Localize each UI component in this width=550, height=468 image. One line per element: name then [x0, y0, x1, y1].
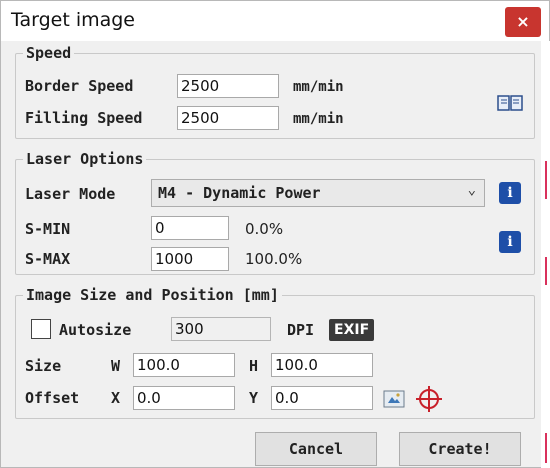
laser-mode-select[interactable]: M4 - Dynamic Power ⌄	[151, 179, 485, 207]
side-edge	[541, 41, 550, 468]
autosize-checkbox[interactable]	[31, 319, 51, 339]
create-button[interactable]: Create!	[399, 432, 521, 466]
border-speed-unit: mm/min	[293, 79, 344, 95]
laser-mode-label: Laser Mode	[25, 185, 116, 203]
s-min-percent: 0.0%	[245, 220, 284, 238]
width-input[interactable]: 100.0	[133, 353, 235, 377]
autosize-label: Autosize	[59, 321, 132, 339]
exif-button[interactable]: EXIF	[329, 319, 375, 341]
height-label: H	[249, 357, 259, 375]
book-icon[interactable]	[497, 93, 523, 113]
target-image-dialog: Target image × Speed Border Speed 2500 m…	[0, 0, 550, 468]
title-bar[interactable]: Target image ×	[1, 1, 549, 41]
width-label: W	[111, 357, 121, 375]
edge-mark	[545, 433, 547, 463]
offset-y-input[interactable]: 0.0	[271, 386, 373, 410]
s-max-input[interactable]: 1000	[151, 247, 229, 271]
image-size-legend: Image Size and Position [mm]	[23, 286, 282, 304]
laser-mode-value: M4 - Dynamic Power	[158, 184, 321, 202]
offset-y-label: Y	[249, 389, 259, 407]
filling-speed-unit: mm/min	[293, 111, 344, 127]
s-min-input[interactable]: 0	[151, 216, 229, 240]
center-icon[interactable]	[383, 389, 405, 409]
height-input[interactable]: 100.0	[271, 353, 373, 377]
window-title: Target image	[11, 9, 136, 31]
edge-mark	[545, 257, 547, 285]
border-speed-input[interactable]: 2500	[177, 74, 279, 98]
power-info-icon[interactable]: i	[499, 231, 521, 253]
filling-speed-input[interactable]: 2500	[177, 106, 279, 130]
chevron-down-icon: ⌄	[467, 182, 476, 198]
close-button[interactable]: ×	[505, 7, 541, 37]
dpi-input[interactable]: 300	[171, 317, 271, 341]
dpi-label: DPI	[287, 321, 315, 339]
filling-speed-label: Filling Speed	[25, 109, 143, 127]
speed-legend: Speed	[23, 44, 75, 62]
crosshair-icon[interactable]	[415, 385, 443, 413]
offset-x-input[interactable]: 0.0	[133, 386, 235, 410]
size-label: Size	[25, 357, 62, 375]
offset-x-label: X	[111, 389, 121, 407]
laser-options-legend: Laser Options	[23, 150, 147, 168]
s-max-label: S-MAX	[25, 250, 71, 268]
s-min-label: S-MIN	[25, 220, 71, 238]
laser-mode-info-icon[interactable]: i	[499, 182, 521, 204]
edge-mark	[545, 161, 547, 199]
offset-label: Offset	[25, 389, 80, 407]
cancel-button[interactable]: Cancel	[255, 432, 377, 466]
s-max-percent: 100.0%	[245, 250, 303, 268]
border-speed-label: Border Speed	[25, 77, 134, 95]
